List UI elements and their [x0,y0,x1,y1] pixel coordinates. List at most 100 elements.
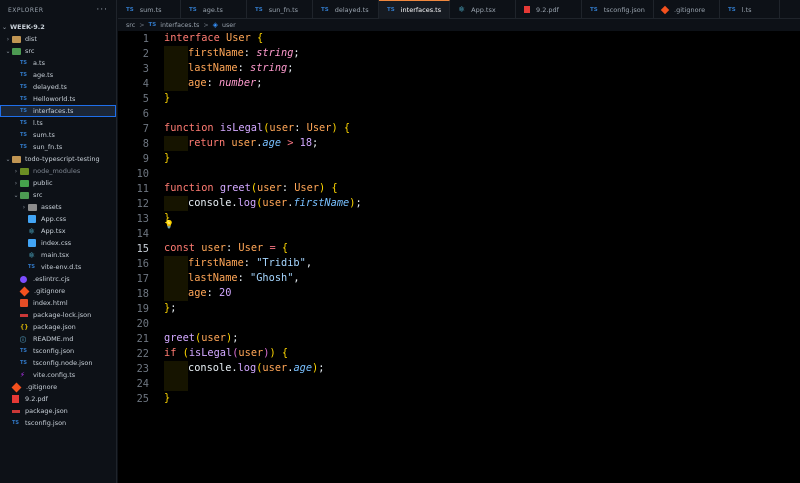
tree-item[interactable]: index.css [0,237,116,249]
editor-tab[interactable]: TS tsconfig.json [582,0,654,19]
code-line[interactable]: 5} [118,91,800,106]
editor-tab[interactable]: TS sun_fn.ts [247,0,313,19]
code-line[interactable]: 20 [118,316,800,331]
code-line[interactable]: 10 [118,166,800,181]
folder-icon [12,35,21,43]
line-number: 1 [142,32,149,45]
breadcrumb-symbol[interactable]: user [222,22,236,29]
code-line[interactable]: 21 greet(user); [118,331,800,346]
editor-tab[interactable]: TS delayed.ts [313,0,379,19]
code-line[interactable]: 11 function greet(user: User) { [118,181,800,196]
code-line[interactable]: 24 [118,376,800,391]
code-text: firstName: string; [164,46,300,61]
line-number: 18 [136,287,149,300]
breadcrumb-separator: > [139,21,145,29]
tree-item-label: vite-env.d.ts [41,263,82,271]
tree-item[interactable]: TS vite-env.d.ts [0,261,116,273]
line-number: 9 [142,152,149,165]
tree-item[interactable]: ⚡ vite.config.ts [0,369,116,381]
npm-file-icon [12,409,20,413]
editor-tab[interactable]: TS l.ts [720,0,780,19]
more-actions-icon[interactable]: ··· [96,5,108,15]
code-line[interactable]: 25} [118,391,800,406]
tree-item[interactable]: {} package.json [0,321,116,333]
tree-item-label: l.ts [33,119,43,127]
tree-item-label: vite.config.ts [33,371,76,379]
workspace-section[interactable]: ⌄ WEEK-9.2 [0,21,116,33]
code-text: age: number; [164,76,262,91]
code-text: if (isLegal(user)) { [164,347,289,359]
code-line[interactable]: 15 const user: User = { [118,241,800,256]
tree-item[interactable]: TS a.ts [0,57,116,69]
line-number: 13 [136,212,149,225]
tree-item[interactable]: package-lock.json [0,309,116,321]
chevron-right-icon: › [14,167,18,175]
line-number: 12 [136,197,149,210]
tree-item[interactable]: TS interfaces.ts [0,105,116,117]
tree-item[interactable]: TS age.ts [0,69,116,81]
code-line[interactable]: 3 lastName: string; [118,61,800,76]
code-editor[interactable]: 💡 1 interface User {2 firstName: string; 3 l… [118,31,800,483]
tree-item[interactable]: TS sum.ts [0,129,116,141]
code-line[interactable]: 6 [118,106,800,121]
code-line[interactable]: 23 console.log(user.age); [118,361,800,376]
code-line[interactable]: 7 function isLegal(user: User) { [118,121,800,136]
tree-item[interactable]: ⌄ src [0,45,116,57]
line-number: 8 [142,137,149,150]
typescript-file-icon: TS [20,84,28,90]
editor-tab[interactable]: ⚛ App.tsx [450,0,516,19]
code-line[interactable]: 22 if (isLegal(user)) { [118,346,800,361]
breadcrumb-file[interactable]: interfaces.ts [160,22,199,29]
code-line[interactable]: 17 lastName: "Ghosh", [118,271,800,286]
tree-item[interactable]: TS tsconfig.json [0,345,116,357]
typescript-file-icon: TS [20,96,28,102]
tree-item[interactable]: ⚛ App.tsx [0,225,116,237]
code-line[interactable]: 8 return user.age > 18; [118,136,800,151]
code-line[interactable]: 2 firstName: string; [118,46,800,61]
tree-item[interactable]: ⚛ main.tsx [0,249,116,261]
tree-item[interactable]: › public [0,177,116,189]
line-number: 15 [136,242,149,255]
tree-item[interactable]: TS sun_fn.ts [0,141,116,153]
tree-item[interactable]: package.json [0,405,116,417]
tree-item[interactable]: TS delayed.ts [0,81,116,93]
breadcrumb-folder[interactable]: src [126,22,135,29]
tree-item[interactable]: ⌄ todo-typescript-testing [0,153,116,165]
tree-item[interactable]: › node_modules [0,165,116,177]
code-line[interactable]: 13} [118,211,800,226]
code-line[interactable]: 18 age: 20 [118,286,800,301]
tree-item[interactable]: .gitignore [0,381,116,393]
line-number: 21 [136,332,149,345]
tree-item[interactable]: ⌄ src [0,189,116,201]
tree-item[interactable]: TS Helloworld.ts [0,93,116,105]
variable-symbol-icon: ◈ [212,21,218,29]
tree-item-label: README.md [33,335,74,343]
editor-tab[interactable]: TS age.ts [181,0,247,19]
editor-tab[interactable]: 9.2.pdf [516,0,582,19]
code-line[interactable]: 9} [118,151,800,166]
code-line[interactable]: 19}; [118,301,800,316]
code-line[interactable]: 1 interface User { [118,31,800,46]
editor-tab[interactable]: TS sum.ts [118,0,181,19]
tree-item[interactable]: › assets [0,201,116,213]
editor-tab[interactable]: TS interfaces.ts [379,0,450,19]
chevron-down-icon: ⌄ [5,47,11,55]
tree-item[interactable]: .eslintrc.cjs [0,273,116,285]
chevron-down-icon: ⌄ [13,191,19,199]
tree-item[interactable]: ⓘ README.md [0,333,116,345]
tree-item[interactable]: App.css [0,213,116,225]
tree-item[interactable]: TS l.ts [0,117,116,129]
tree-item[interactable]: TS tsconfig.node.json [0,357,116,369]
tree-item[interactable]: › dist [0,33,116,45]
tree-item[interactable]: TS tsconfig.json [0,417,116,429]
src-folder-icon [12,47,21,55]
tree-item[interactable]: .gitignore [0,285,116,297]
tree-item[interactable]: index.html [0,297,116,309]
code-line[interactable]: 12 console.log(user.firstName); [118,196,800,211]
code-line[interactable]: 14 [118,226,800,241]
code-line[interactable]: 4 age: number; [118,76,800,91]
tree-item-label: node_modules [33,167,81,175]
code-line[interactable]: 16 firstName: "Tridib", [118,256,800,271]
editor-tab[interactable]: .gitignore [654,0,720,19]
tree-item[interactable]: 9.2.pdf [0,393,116,405]
